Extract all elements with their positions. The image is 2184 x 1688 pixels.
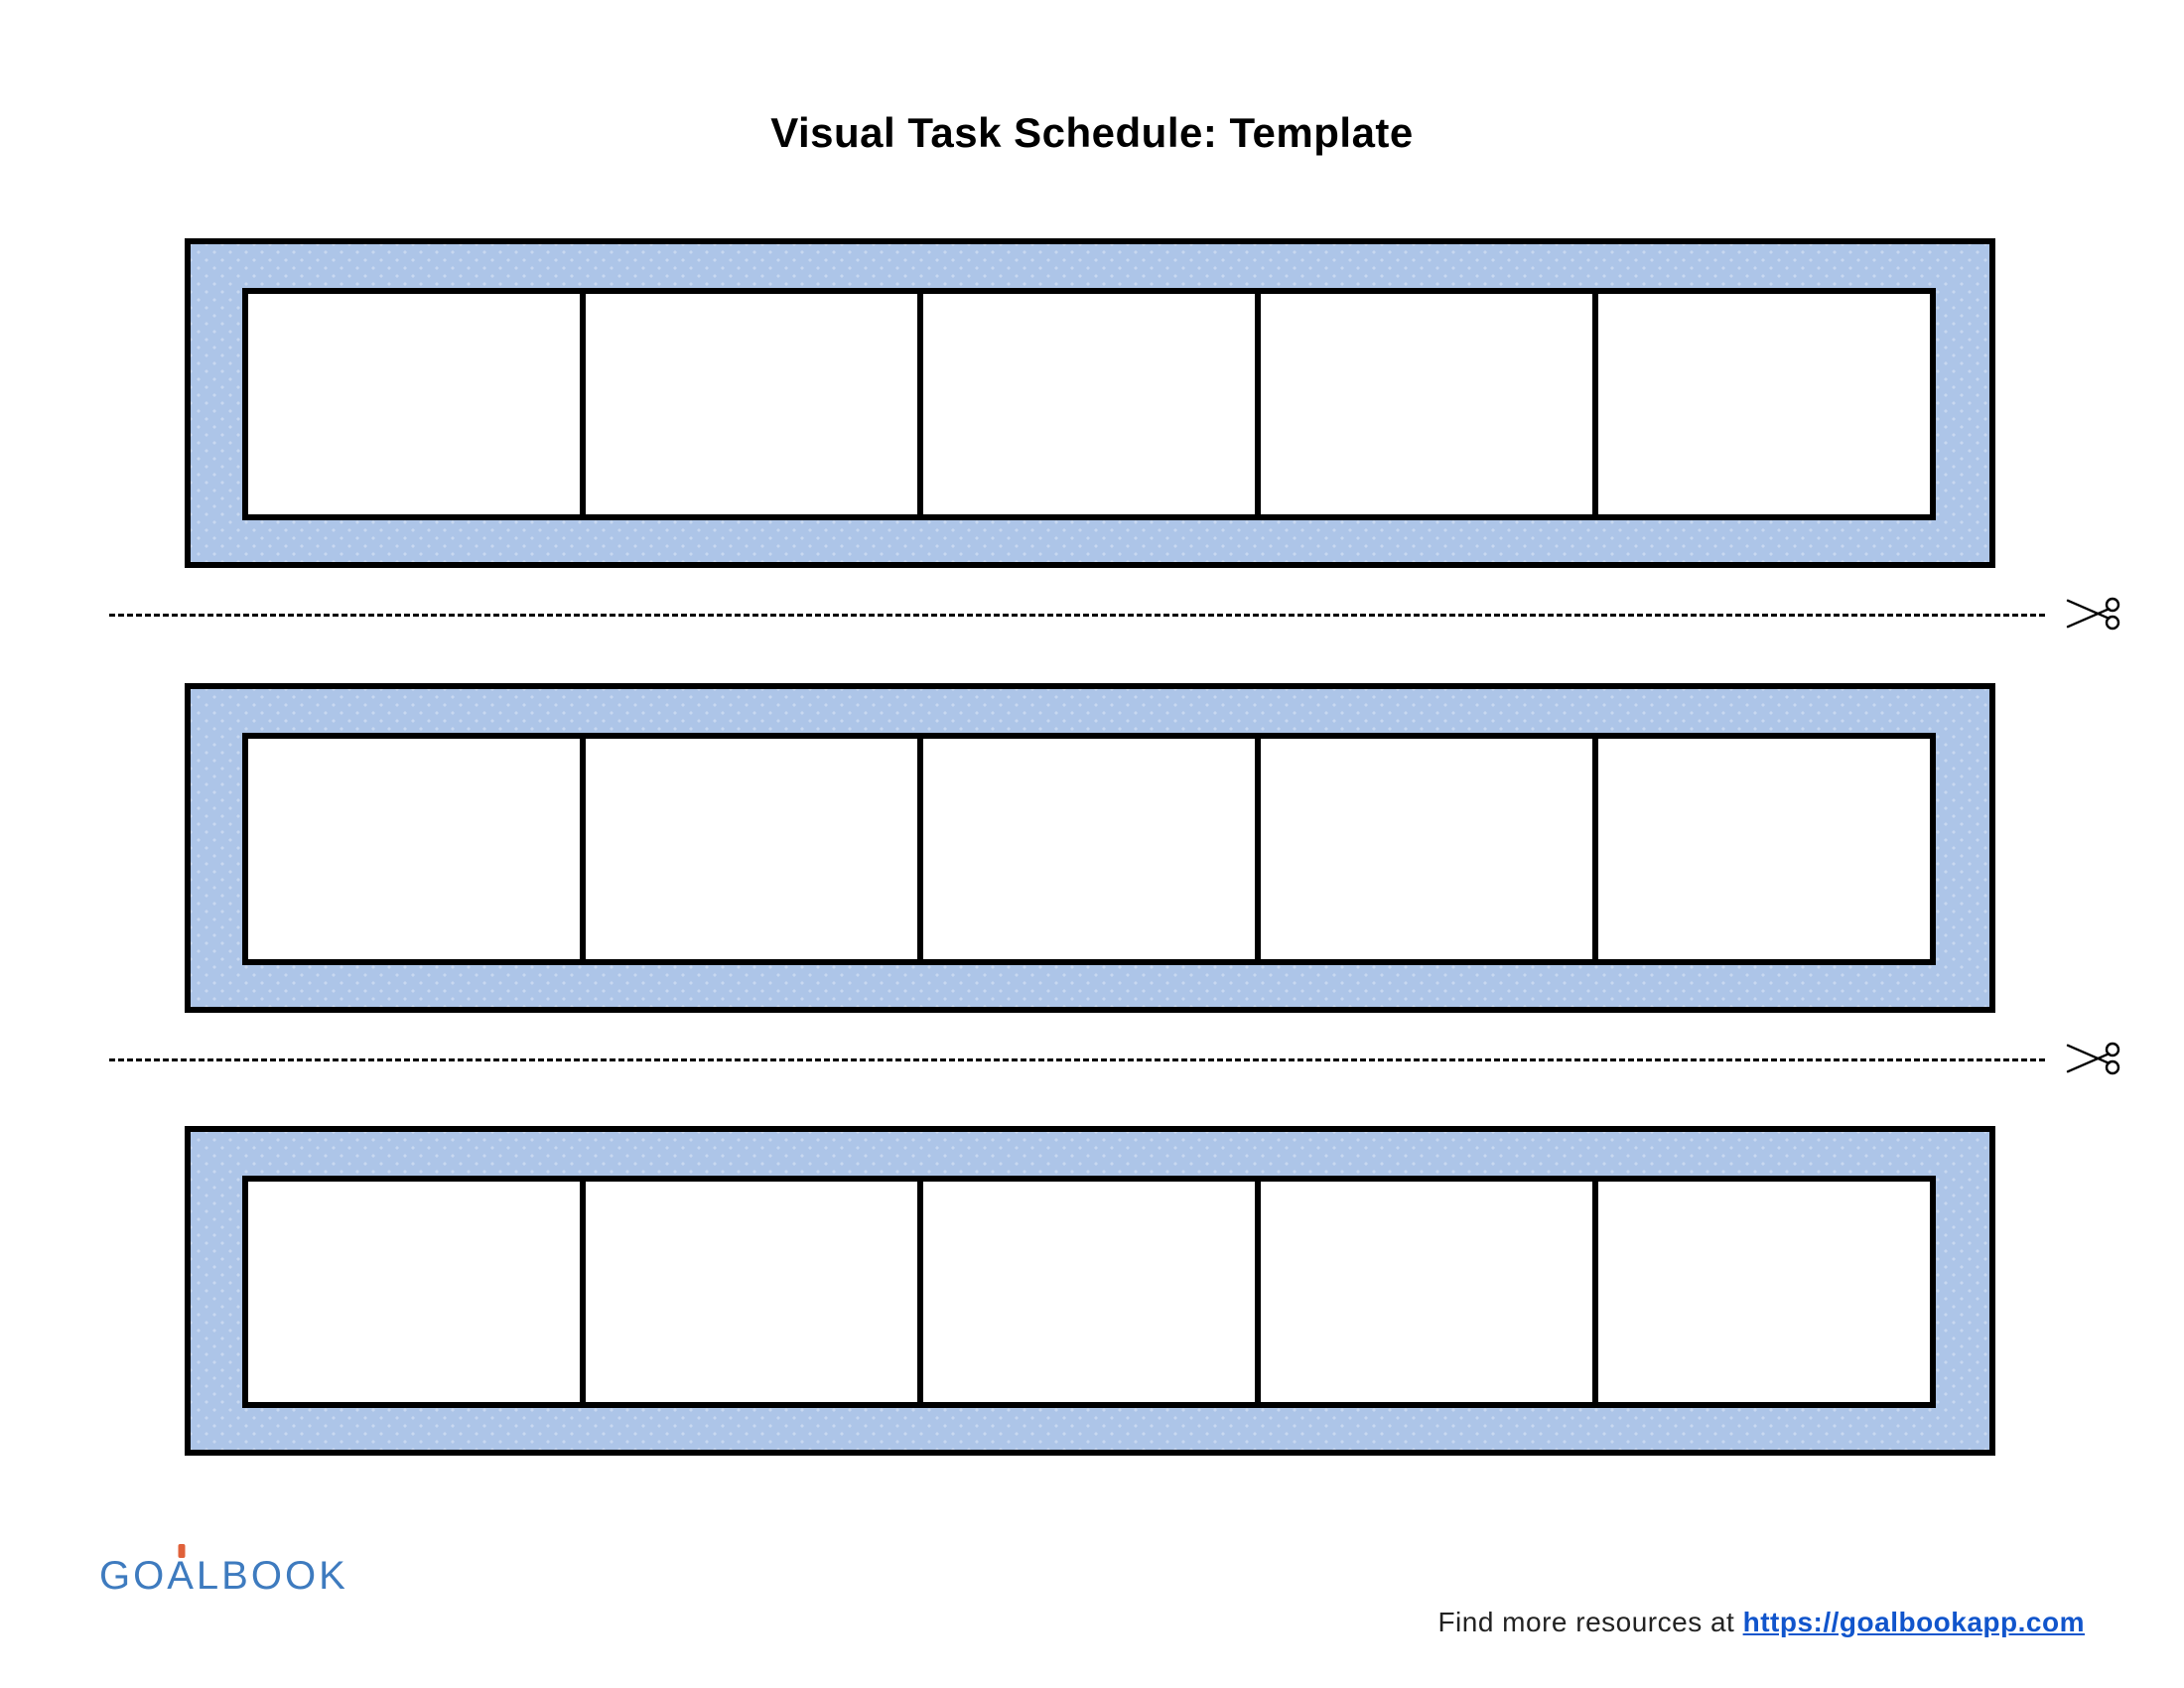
task-cell <box>1592 1176 1936 1408</box>
page-title: Visual Task Schedule: Template <box>0 109 2184 157</box>
task-cell <box>580 733 923 965</box>
scissors-icon <box>2065 594 2124 633</box>
schedule-strip <box>185 1126 1995 1456</box>
scissors-icon <box>2065 1039 2124 1078</box>
logo-accent-wrap: A <box>167 1554 197 1599</box>
task-cell <box>580 1176 923 1408</box>
resources-link[interactable]: https://goalbookapp.com <box>1743 1607 2085 1637</box>
logo-text-pre: GO <box>99 1554 167 1598</box>
schedule-row <box>242 1176 1936 1408</box>
task-cell <box>242 733 586 965</box>
task-cell <box>1592 733 1936 965</box>
task-cell <box>1255 1176 1598 1408</box>
task-cell <box>242 1176 586 1408</box>
logo-text-post: LBOOK <box>197 1554 348 1598</box>
footer-right: Find more resources at https://goalbooka… <box>1437 1607 2085 1638</box>
task-cell <box>580 288 923 520</box>
schedule-strip <box>185 238 1995 568</box>
task-cell <box>917 733 1261 965</box>
schedule-row <box>242 733 1936 965</box>
schedule-strip <box>185 683 1995 1013</box>
task-cell <box>917 1176 1261 1408</box>
task-cell <box>1255 288 1598 520</box>
cut-line <box>109 1058 2045 1061</box>
goalbook-logo: GOALBOOK <box>99 1554 348 1599</box>
page: Visual Task Schedule: Template <box>0 0 2184 1688</box>
schedule-row <box>242 288 1936 520</box>
logo-pin-icon <box>179 1544 186 1558</box>
task-cell <box>242 288 586 520</box>
task-cell <box>917 288 1261 520</box>
cut-line <box>109 614 2045 617</box>
task-cell <box>1255 733 1598 965</box>
task-cell <box>1592 288 1936 520</box>
logo-text-accent: A <box>167 1554 197 1598</box>
footer-label: Find more resources at <box>1437 1607 1742 1637</box>
